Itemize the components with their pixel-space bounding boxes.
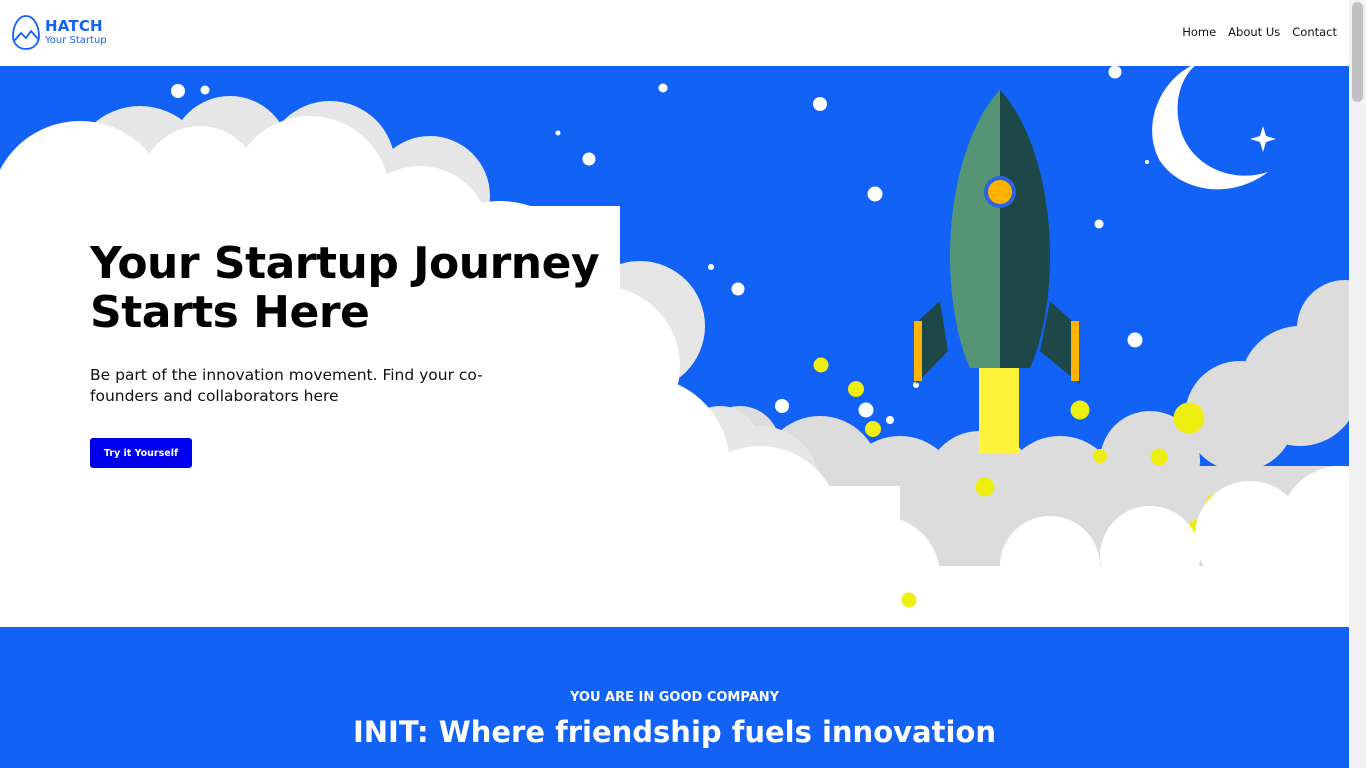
nav-about-link[interactable]: About Us — [1228, 25, 1280, 39]
moon — [1152, 66, 1268, 190]
good-company-section: YOU ARE IN GOOD COMPANY INIT: Where frie… — [0, 627, 1366, 768]
brand-logo[interactable]: HATCH Your Startup — [11, 14, 107, 50]
nav-home-link[interactable]: Home — [1182, 25, 1216, 39]
sparkle — [1250, 126, 1276, 152]
hero-section: Your Startup Journey Starts Here Be part… — [0, 66, 1366, 627]
main-nav: Home About Us Contact — [1182, 25, 1337, 39]
scrollbar-thumb[interactable] — [1352, 2, 1363, 102]
brand-title: HATCH — [45, 16, 103, 35]
nav-contact-link[interactable]: Contact — [1292, 25, 1337, 39]
page-scrollbar[interactable] — [1349, 0, 1366, 768]
hero-title: Your Startup Journey Starts Here — [90, 238, 600, 338]
hero-subtitle: Be part of the innovation movement. Find… — [90, 366, 483, 405]
site-header: HATCH Your Startup Home About Us Contact — [0, 0, 1366, 66]
spark-low — [901, 592, 917, 608]
try-it-yourself-button[interactable]: Try it Yourself — [90, 438, 192, 468]
rocket — [914, 90, 1080, 384]
section-kicker: YOU ARE IN GOOD COMPANY — [569, 690, 780, 705]
brand-text: HATCH Your Startup — [45, 16, 107, 46]
rocket-exhaust — [979, 364, 1019, 454]
rocket-launch-illustration — [0, 66, 1366, 627]
section-title: INIT: Where friendship fuels innovation — [353, 715, 996, 749]
egg-mountain-icon — [12, 15, 40, 50]
brand-subtitle: Your Startup — [45, 34, 107, 46]
